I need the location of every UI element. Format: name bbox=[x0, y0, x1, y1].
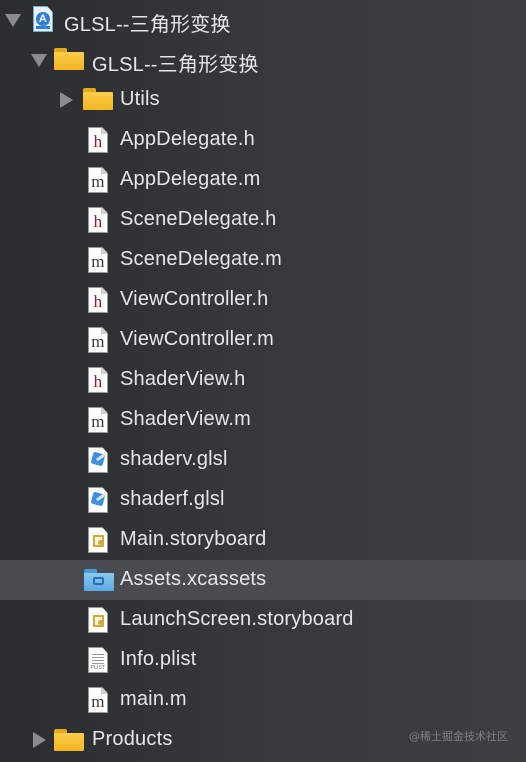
file-row[interactable]: m ShaderView.m bbox=[0, 400, 526, 440]
file-name: Assets.xcassets bbox=[120, 568, 267, 590]
objc-source-file-icon: m bbox=[88, 687, 108, 713]
file-name: Info.plist bbox=[120, 648, 197, 670]
storyboard-file-icon bbox=[88, 607, 108, 633]
disclosure-closed-icon[interactable] bbox=[60, 92, 73, 108]
folder-name-products: Products bbox=[92, 728, 173, 750]
file-name: LaunchScreen.storyboard bbox=[120, 608, 354, 630]
project-name: GLSL--三角形变换 bbox=[64, 14, 231, 36]
file-row[interactable]: PLIST Info.plist bbox=[0, 640, 526, 680]
folder-row-utils[interactable]: Utils bbox=[0, 80, 526, 120]
header-file-icon: h bbox=[88, 287, 108, 313]
plist-file-icon: PLIST bbox=[88, 647, 108, 673]
folder-name-utils: Utils bbox=[120, 88, 160, 110]
file-row[interactable]: h SceneDelegate.h bbox=[0, 200, 526, 240]
file-row[interactable]: h AppDelegate.h bbox=[0, 120, 526, 160]
disclosure-closed-icon[interactable] bbox=[33, 732, 46, 748]
header-file-icon: h bbox=[88, 367, 108, 393]
folder-icon bbox=[83, 88, 113, 110]
file-name: ShaderView.h bbox=[120, 368, 246, 390]
objc-source-file-icon: m bbox=[88, 247, 108, 273]
file-name: AppDelegate.m bbox=[120, 168, 261, 190]
file-name: AppDelegate.h bbox=[120, 128, 255, 150]
file-row[interactable]: m main.m bbox=[0, 680, 526, 720]
file-name: Main.storyboard bbox=[120, 528, 267, 550]
glsl-file-icon bbox=[88, 447, 108, 473]
folder-icon bbox=[54, 729, 84, 751]
file-name: ShaderView.m bbox=[120, 408, 251, 430]
file-row-selected[interactable]: Assets.xcassets bbox=[0, 560, 526, 600]
objc-source-file-icon: m bbox=[88, 167, 108, 193]
file-row[interactable]: Main.storyboard bbox=[0, 520, 526, 560]
storyboard-file-icon bbox=[88, 527, 108, 553]
glsl-file-icon bbox=[88, 487, 108, 513]
file-name: SceneDelegate.h bbox=[120, 208, 277, 230]
objc-source-file-icon: m bbox=[88, 407, 108, 433]
file-row[interactable]: h ViewController.h bbox=[0, 280, 526, 320]
objc-source-file-icon: m bbox=[88, 327, 108, 353]
header-file-icon: h bbox=[88, 207, 108, 233]
group-row[interactable]: GLSL--三角形变换 bbox=[0, 40, 526, 80]
file-row[interactable]: m SceneDelegate.m bbox=[0, 240, 526, 280]
asset-catalog-icon bbox=[84, 569, 114, 591]
project-navigator: A GLSL--三角形变换 GLSL--三角形变换 Utils h AppDel… bbox=[0, 0, 526, 762]
file-name: SceneDelegate.m bbox=[120, 248, 282, 270]
file-row[interactable]: m ViewController.m bbox=[0, 320, 526, 360]
file-name: main.m bbox=[120, 688, 187, 710]
watermark: @稀土掘金技术社区 bbox=[409, 730, 508, 743]
file-name: shaderf.glsl bbox=[120, 488, 225, 510]
xcode-project-icon: A bbox=[33, 6, 53, 32]
file-name: shaderv.glsl bbox=[120, 448, 228, 470]
file-name: ViewController.m bbox=[120, 328, 275, 350]
file-row[interactable]: LaunchScreen.storyboard bbox=[0, 600, 526, 640]
disclosure-open-icon[interactable] bbox=[5, 14, 21, 27]
group-name: GLSL--三角形变换 bbox=[92, 54, 259, 76]
header-file-icon: h bbox=[88, 127, 108, 153]
file-row[interactable]: m AppDelegate.m bbox=[0, 160, 526, 200]
project-row[interactable]: A GLSL--三角形变换 bbox=[0, 0, 526, 40]
file-row[interactable]: shaderv.glsl bbox=[0, 440, 526, 480]
file-name: ViewController.h bbox=[120, 288, 269, 310]
folder-icon bbox=[54, 48, 84, 70]
file-row[interactable]: shaderf.glsl bbox=[0, 480, 526, 520]
disclosure-open-icon[interactable] bbox=[31, 54, 47, 67]
file-row[interactable]: h ShaderView.h bbox=[0, 360, 526, 400]
